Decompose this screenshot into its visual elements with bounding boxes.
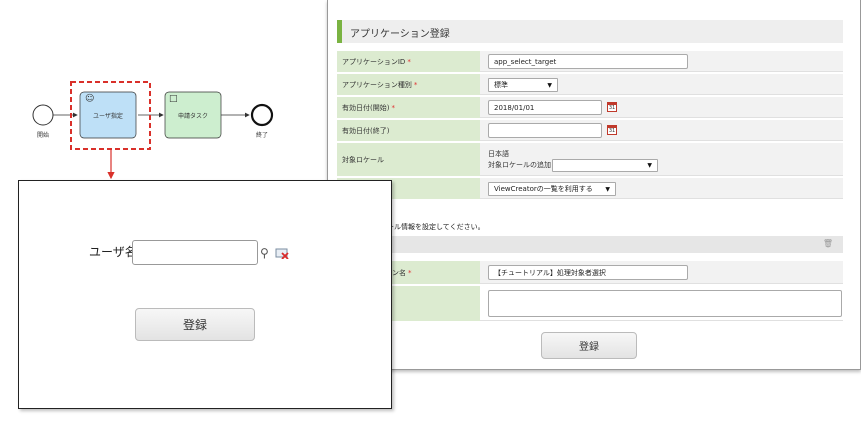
user-icon: ☺ bbox=[85, 94, 95, 104]
user-name-input[interactable] bbox=[132, 240, 258, 265]
register-button[interactable]: 登録 bbox=[541, 332, 637, 359]
row-application-id: アプリケーションID * app_select_target bbox=[337, 51, 843, 73]
calendar-icon[interactable]: 31 bbox=[607, 102, 617, 112]
end-event bbox=[250, 103, 274, 127]
target-locale-label: 対象ロケール bbox=[337, 143, 480, 176]
task-apply-title: 申請タスク bbox=[177, 113, 208, 120]
magnifier-icon[interactable]: ⚲ bbox=[260, 247, 269, 259]
task-icon: □ bbox=[169, 94, 178, 104]
row-description bbox=[337, 286, 843, 322]
current-locale-text: 日本語 bbox=[488, 150, 509, 158]
chevron-down-icon: ▼ bbox=[647, 162, 652, 169]
form-register-button[interactable]: 登録 bbox=[135, 308, 255, 341]
valid-from-input[interactable]: 2018/01/01 bbox=[488, 100, 602, 115]
trash-icon[interactable]: 🗑 bbox=[823, 240, 833, 248]
application-registration-panel: アプリケーション登録 アプリケーションID * app_select_target… bbox=[327, 0, 861, 370]
panel-title: アプリケーション登録 bbox=[350, 29, 450, 40]
workflow-diagram: 開始 終了 ☺ ユーザ指定 □ 申請タスク bbox=[0, 0, 330, 185]
application-id-label: アプリケーションID * bbox=[337, 51, 480, 72]
application-type-select[interactable]: 標準 ▼ bbox=[488, 78, 558, 92]
start-event bbox=[32, 104, 54, 126]
add-locale-select[interactable]: ▼ bbox=[552, 159, 658, 172]
row-application-type: アプリケーション種別 * 標準 ▼ bbox=[337, 74, 843, 96]
clear-icon[interactable] bbox=[275, 247, 289, 261]
row-list-type: プ ViewCreatorの一覧を利用する▼ bbox=[337, 178, 843, 200]
chevron-down-icon: ▼ bbox=[605, 185, 610, 193]
clear-icon-graphic bbox=[275, 248, 289, 260]
application-type-label: アプリケーション種別 * bbox=[337, 74, 480, 95]
valid-to-label: 有効日付(終了) bbox=[337, 120, 480, 141]
row-valid-from: 有効日付(開始) * 2018/01/01 31 bbox=[337, 97, 843, 119]
add-locale-label: 対象ロケールの追加 bbox=[488, 161, 551, 169]
workflow-canvas bbox=[32, 81, 274, 180]
locale-section-bar: 🗑 bbox=[337, 236, 843, 253]
start-label: 開始 bbox=[37, 132, 50, 139]
valid-to-input[interactable] bbox=[488, 123, 602, 138]
user-name-label: ユーザ名 bbox=[89, 245, 137, 259]
row-valid-to: 有効日付(終了) 31 bbox=[337, 120, 843, 142]
row-application-name: ョン名 * 【チュートリアル】処理対象者選択 bbox=[337, 261, 843, 285]
application-name-input[interactable]: 【チュートリアル】処理対象者選択 bbox=[488, 265, 688, 280]
user-form-dialog: ユーザ名 ⚲ 登録 bbox=[18, 180, 392, 409]
chevron-down-icon: ▼ bbox=[547, 81, 552, 89]
row-target-locale: 対象ロケール 日本語 対象ロケールの追加 ▼ bbox=[337, 143, 843, 177]
valid-from-label: 有効日付(開始) * bbox=[337, 97, 480, 118]
application-id-input[interactable]: app_select_target bbox=[488, 54, 688, 69]
task-user-title: ユーザ指定 bbox=[93, 113, 123, 120]
calendar-icon[interactable]: 31 bbox=[607, 125, 617, 135]
description-textarea[interactable] bbox=[488, 290, 842, 317]
panel-header: アプリケーション登録 bbox=[337, 20, 843, 43]
list-type-select[interactable]: ViewCreatorの一覧を利用する ▼ bbox=[488, 182, 616, 196]
end-label: 終了 bbox=[256, 132, 269, 139]
